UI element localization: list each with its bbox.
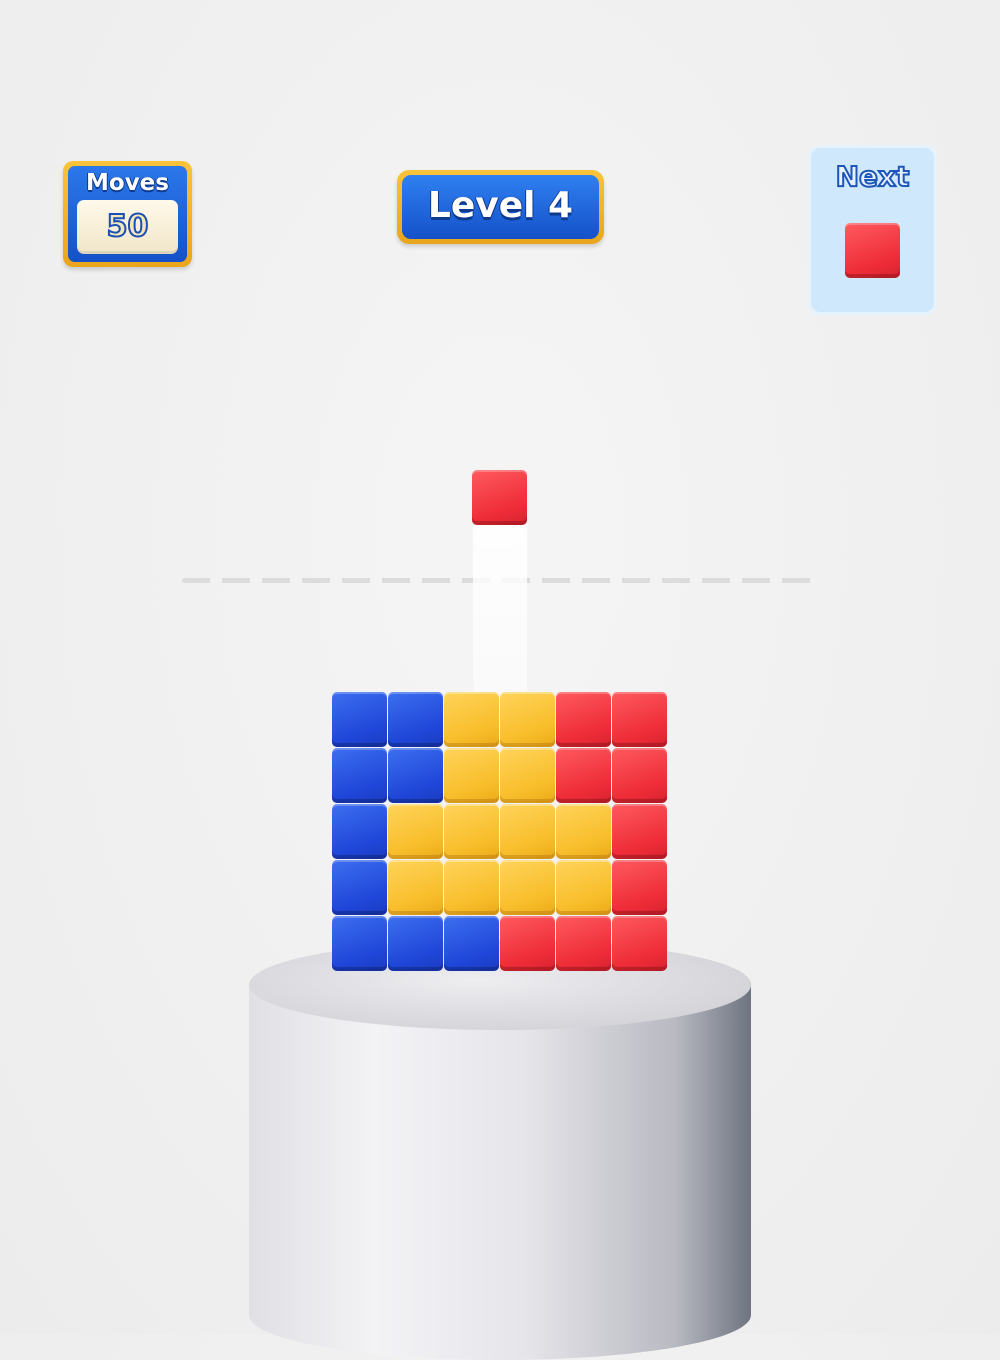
block-yellow[interactable] (444, 748, 499, 803)
block-yellow[interactable] (444, 860, 499, 915)
block-blue[interactable] (332, 860, 387, 915)
block-red[interactable] (556, 692, 611, 747)
block-red[interactable] (612, 748, 667, 803)
block-blue[interactable] (332, 748, 387, 803)
falling-block[interactable] (472, 470, 527, 525)
block-blue[interactable] (388, 692, 443, 747)
block-blue[interactable] (332, 804, 387, 859)
next-label: Next (835, 159, 911, 194)
block-blue[interactable] (388, 748, 443, 803)
level-badge: Level 4 (397, 170, 604, 244)
block-yellow[interactable] (444, 692, 499, 747)
block-yellow[interactable] (388, 860, 443, 915)
level-label: Level 4 (402, 175, 599, 239)
next-block-panel: Next (808, 145, 937, 315)
block-red[interactable] (612, 860, 667, 915)
block-blue[interactable] (332, 692, 387, 747)
block-red[interactable] (612, 916, 667, 971)
block-red[interactable] (612, 692, 667, 747)
moves-label: Moves (86, 170, 169, 196)
block-yellow[interactable] (500, 748, 555, 803)
block-yellow[interactable] (556, 860, 611, 915)
block-yellow[interactable] (500, 804, 555, 859)
block-red[interactable] (612, 804, 667, 859)
moves-counter: 50 (77, 200, 178, 254)
block-blue[interactable] (332, 916, 387, 971)
block-red[interactable] (556, 748, 611, 803)
block-yellow[interactable] (500, 692, 555, 747)
drop-guide-beam (473, 525, 527, 695)
block-yellow[interactable] (444, 804, 499, 859)
block-red[interactable] (556, 916, 611, 971)
block-yellow[interactable] (388, 804, 443, 859)
moves-panel-body: Moves 50 (68, 166, 187, 262)
moves-panel: Moves 50 (63, 161, 192, 267)
block-blue[interactable] (388, 916, 443, 971)
block-yellow[interactable] (500, 860, 555, 915)
block-yellow[interactable] (556, 804, 611, 859)
next-block-preview (845, 223, 900, 278)
block-red[interactable] (500, 916, 555, 971)
block-blue[interactable] (444, 916, 499, 971)
block-grid[interactable] (332, 692, 668, 972)
